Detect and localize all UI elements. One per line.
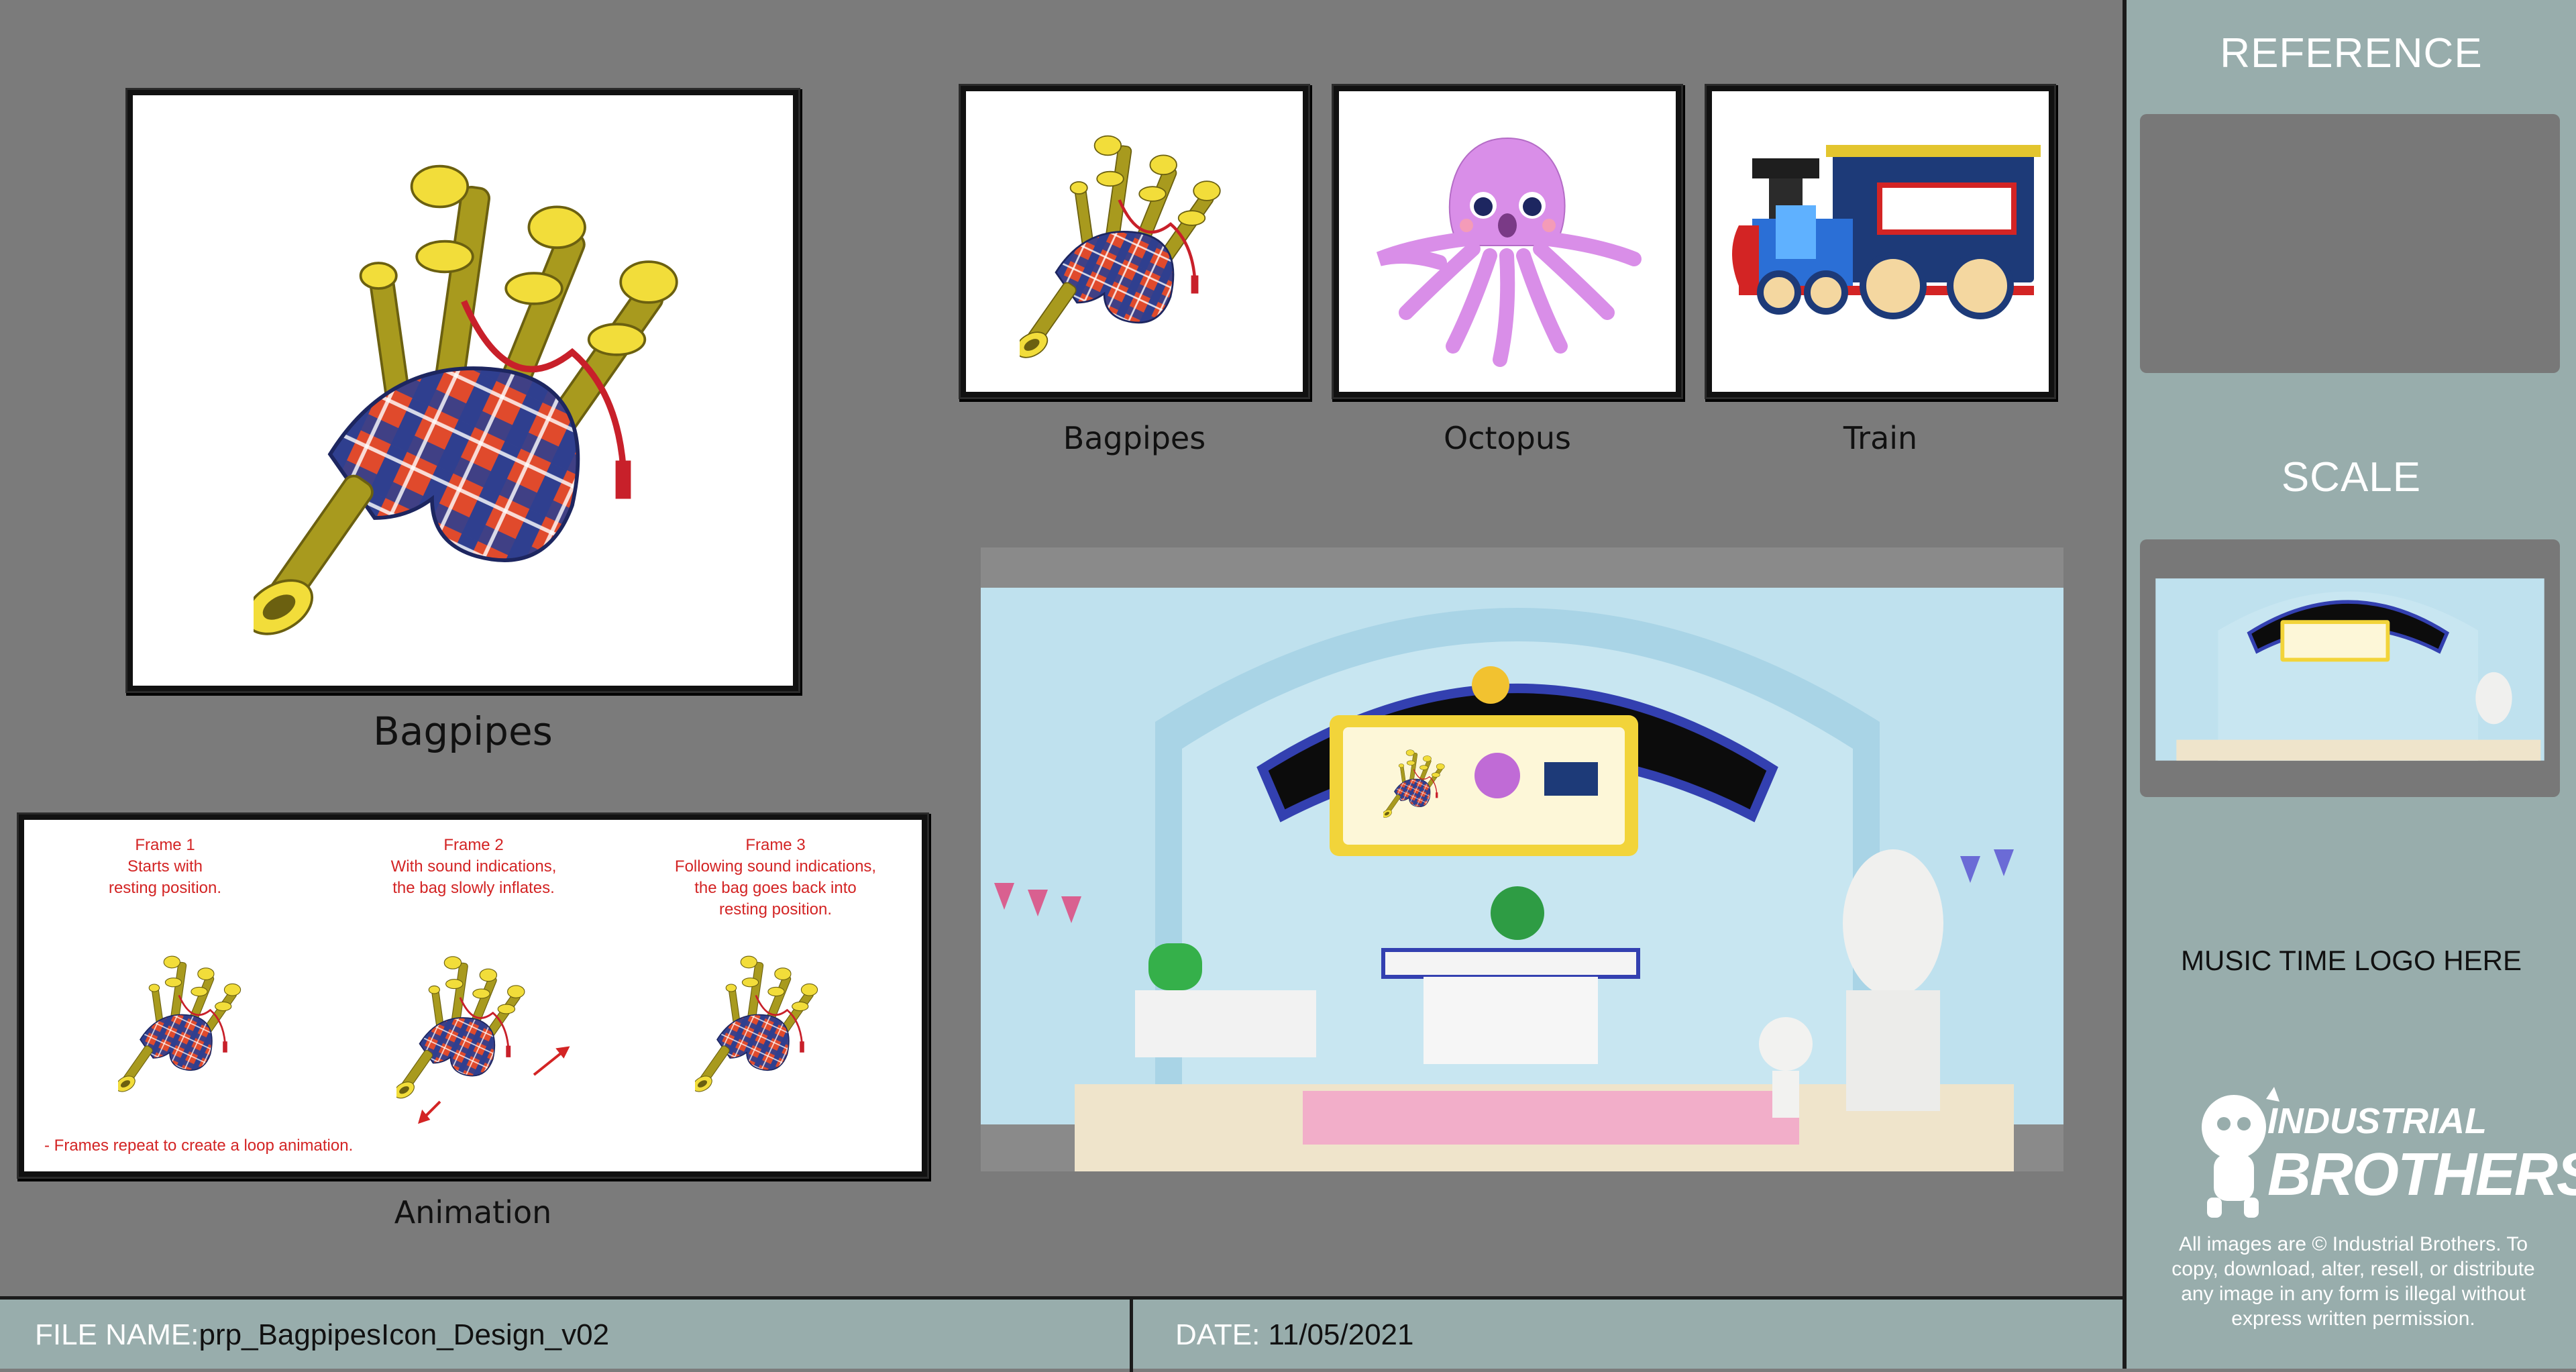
set-render-thumbnail	[2140, 547, 2560, 790]
file-name-label: FILE NAME:	[35, 1318, 199, 1351]
frame-3-line-3: resting position.	[718, 900, 833, 918]
industrial-brothers-logo: INDUSTRIAL BROTHERS	[2187, 1087, 2576, 1221]
scale-title: SCALE	[2281, 454, 2422, 500]
reference-caption-train: Train	[1843, 420, 1918, 456]
date-value: 11/05/2021	[1268, 1318, 1414, 1351]
logo-placeholder: MUSIC TIME LOGO HERE	[2181, 945, 2522, 976]
animation-note: - Frames repeat to create a loop animati…	[44, 1137, 354, 1155]
animation-card: Frame 1 Starts with resting position. Fr…	[19, 814, 927, 1177]
inflate-arrows-icon	[418, 1046, 570, 1124]
sidebar: REFERENCE SCALE MUSIC TIME LOGO HERE IND…	[2123, 0, 2576, 1369]
frame-3-text: Frame 3 Following sound indications, the…	[641, 835, 910, 920]
frame-1-line-2: resting position.	[108, 879, 222, 897]
frame-1-line-1: Starts with	[127, 857, 203, 876]
main-bagpipes-card	[127, 90, 798, 691]
reference-card-train	[1707, 86, 2054, 397]
frame-3-line-1: Following sound indications,	[674, 857, 877, 876]
bagpipes-illustration	[133, 95, 793, 686]
frame-2-line-2: the bag slowly inflates.	[392, 879, 555, 897]
bagpipes-illustration	[966, 91, 1303, 392]
footer-divider	[1130, 1300, 1133, 1372]
scale-thumbnail	[2140, 539, 2560, 797]
reference-card-bagpipes	[961, 86, 1308, 397]
frame-2-title: Frame 2	[443, 836, 504, 854]
brand-line-2: BROTHERS	[2267, 1141, 2576, 1208]
brand-line-1: INDUSTRIAL	[2267, 1101, 2487, 1141]
main-card-caption: Bagpipes	[373, 708, 553, 754]
animation-frame-1-illustration	[118, 955, 241, 1095]
copyright-notice: All images are © Industrial Brothers. To…	[2171, 1233, 2535, 1330]
reference-caption-bagpipes: Bagpipes	[1063, 420, 1206, 456]
set-render-illustration	[981, 547, 2063, 1171]
date-label: DATE:	[1175, 1318, 1260, 1351]
footer: FILE NAME:prp_BagpipesIcon_Design_v02 DA…	[0, 1296, 2123, 1372]
file-name-value: prp_BagpipesIcon_Design_v02	[199, 1318, 610, 1351]
date-field: DATE: 11/05/2021	[1175, 1318, 1414, 1352]
reference-caption-octopus: Octopus	[1444, 420, 1571, 456]
frame-1-title: Frame 1	[135, 836, 195, 854]
animation-frame-3-illustration	[695, 955, 818, 1095]
frame-2-line-1: With sound indications,	[390, 857, 557, 876]
reference-title: REFERENCE	[2220, 30, 2483, 76]
frame-3-title: Frame 3	[745, 836, 806, 854]
set-render	[981, 547, 2063, 1171]
animation-caption: Animation	[394, 1194, 552, 1230]
reference-placeholder-box	[2140, 114, 2560, 373]
octopus-illustration	[1376, 137, 1642, 367]
frame-2-text: Frame 2 With sound indications, the bag …	[346, 835, 601, 899]
file-name-field: FILE NAME:prp_BagpipesIcon_Design_v02	[35, 1318, 609, 1352]
frame-3-line-2: the bag goes back into	[694, 879, 857, 897]
frame-1-text: Frame 1 Starts with resting position.	[44, 835, 286, 899]
reference-card-octopus	[1334, 86, 1681, 397]
train-illustration	[1732, 145, 2041, 319]
